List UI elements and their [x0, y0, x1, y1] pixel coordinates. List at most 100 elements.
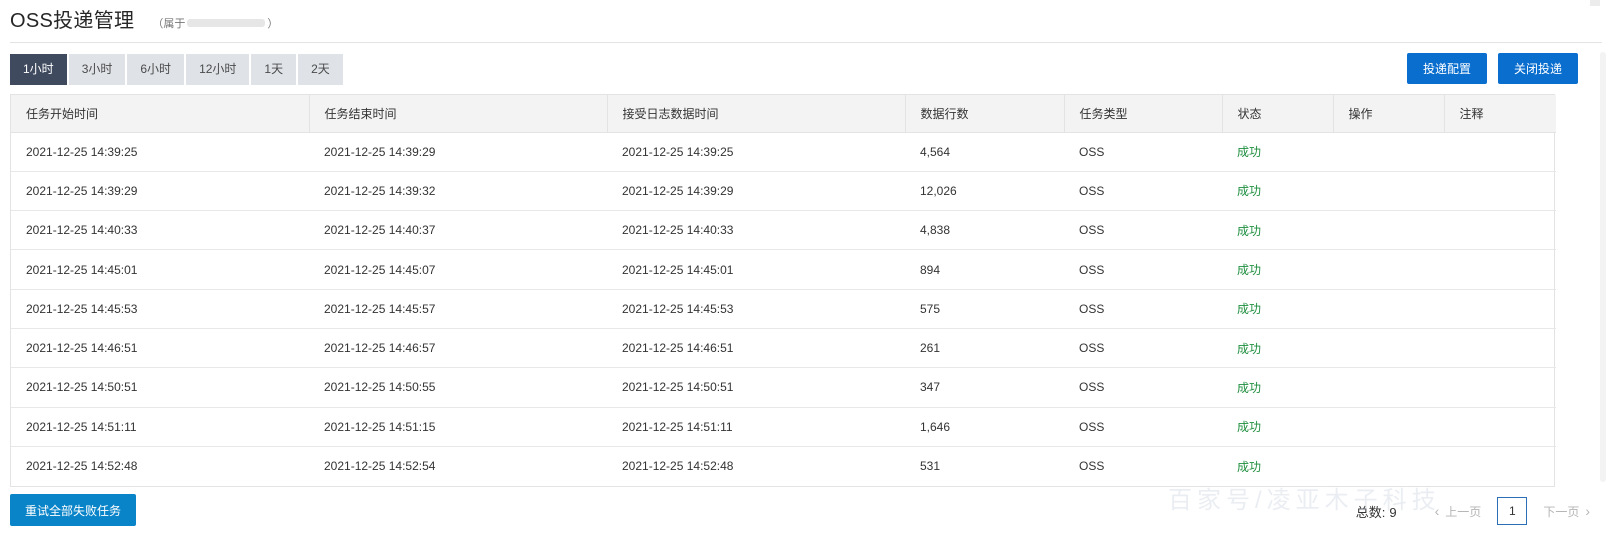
received-time-cell: 2021-12-25 14:45:01	[607, 249, 905, 290]
time-range-tab[interactable]: 1小时	[10, 54, 67, 85]
corner-handle	[1590, 0, 1600, 6]
operation-cell	[1333, 289, 1444, 329]
header-divider	[10, 42, 1602, 43]
status-cell: 成功	[1222, 328, 1333, 369]
column-header: 状态	[1222, 95, 1334, 133]
column-header: 任务类型	[1064, 95, 1223, 133]
time-range-tabs: 1小时 3小时 6小时 12小时 1天 2天	[10, 54, 343, 85]
prev-page-label: 上一页	[1445, 504, 1482, 519]
task-table-container: 任务开始时间 任务结束时间 接受日志数据时间 数据行数 任务类型 状态 操作 注释 2021-…	[10, 94, 1556, 487]
retry-all-failed-button[interactable]: 重试全部失败任务	[10, 494, 137, 526]
start-time-cell: 2021-12-25 14:51:11	[11, 407, 309, 447]
received-time-cell: 2021-12-25 14:39:29	[607, 171, 905, 212]
end-time-cell: 2021-12-25 14:46:57	[309, 328, 607, 369]
received-time-cell: 2021-12-25 14:50:51	[607, 367, 905, 408]
end-time-cell: 2021-12-25 14:39:32	[309, 171, 607, 212]
note-cell	[1444, 407, 1556, 447]
start-time-cell: 2021-12-25 14:46:51	[11, 328, 309, 369]
task-type-cell: OSS	[1064, 407, 1222, 447]
status-cell: 成功	[1222, 367, 1333, 408]
row-count-cell: 1,646	[905, 407, 1064, 447]
delivery-config-button[interactable]: 投递配置	[1406, 53, 1487, 84]
row-count-cell: 12,026	[905, 171, 1064, 212]
time-range-tab[interactable]: 2天	[298, 54, 343, 85]
received-time-cell: 2021-12-25 14:45:53	[607, 289, 905, 329]
close-delivery-button[interactable]: 关闭投递	[1497, 53, 1578, 84]
note-cell	[1444, 328, 1556, 369]
end-time-cell: 2021-12-25 14:45:57	[309, 289, 607, 329]
task-type-cell: OSS	[1064, 210, 1222, 251]
table-row: 2021-12-25 14:51:11 2021-12-25 14:51:15 20…	[11, 407, 1556, 447]
total-label: 总数:	[1355, 504, 1386, 520]
total-count: 总数: 9	[1356, 502, 1397, 521]
row-count-cell: 894	[905, 249, 1064, 290]
operation-cell	[1333, 407, 1444, 447]
task-type-cell: OSS	[1064, 171, 1222, 212]
operation-cell	[1333, 132, 1444, 172]
note-cell	[1444, 132, 1556, 172]
page-title: OSS投递管理	[10, 10, 135, 32]
end-time-cell: 2021-12-25 14:51:15	[309, 407, 607, 447]
owner-redacted	[187, 19, 266, 27]
row-count-cell: 575	[905, 289, 1064, 329]
status-cell: 成功	[1222, 407, 1333, 447]
note-cell	[1444, 171, 1556, 212]
operation-cell	[1333, 249, 1444, 290]
end-time-cell: 2021-12-25 14:50:55	[309, 367, 607, 408]
time-range-tab[interactable]: 12小时	[186, 54, 250, 85]
table-header-row: 任务开始时间 任务结束时间 接受日志数据时间 数据行数 任务类型 状态 操作 注释	[11, 95, 1556, 133]
task-type-cell: OSS	[1064, 328, 1222, 369]
time-range-tab[interactable]: 3小时	[68, 54, 126, 85]
status-cell: 成功	[1222, 171, 1333, 212]
column-header: 接受日志数据时间	[607, 95, 906, 133]
start-time-cell: 2021-12-25 14:45:53	[11, 289, 309, 329]
note-cell	[1444, 367, 1556, 408]
table-row: 2021-12-25 14:50:51 2021-12-25 14:50:55 20…	[11, 367, 1556, 408]
start-time-cell: 2021-12-25 14:50:51	[11, 367, 309, 408]
task-type-cell: OSS	[1064, 367, 1222, 408]
next-page-label: 下一页	[1543, 504, 1580, 519]
row-count-cell: 4,838	[905, 210, 1064, 251]
task-type-cell: OSS	[1064, 249, 1222, 290]
start-time-cell: 2021-12-25 14:40:33	[11, 210, 309, 251]
chevron-right-icon: ›	[1585, 503, 1590, 519]
time-range-tab[interactable]: 6小时	[127, 54, 185, 85]
received-time-cell: 2021-12-25 14:52:48	[622, 459, 734, 474]
end-time-cell: 2021-12-25 14:45:07	[309, 249, 607, 290]
status-cell: 成功	[1222, 210, 1333, 251]
row-count-cell: 531	[920, 459, 941, 474]
table-row: 2021-12-25 14:39:29 2021-12-25 14:39:32 20…	[11, 171, 1556, 212]
next-page-button[interactable]: 下一页 ›	[1533, 497, 1600, 525]
status-cell: 成功	[1222, 249, 1333, 290]
end-time-cell: 2021-12-25 14:39:29	[309, 132, 607, 172]
chevron-left-icon: ‹	[1434, 503, 1440, 519]
note-cell	[1444, 249, 1556, 290]
task-type-cell: OSS	[1064, 289, 1222, 329]
column-header: 注释	[1444, 95, 1556, 133]
status-cell: 成功	[1222, 289, 1333, 329]
start-time-cell: 2021-12-25 14:52:48	[26, 459, 138, 474]
table-body: 2021-12-25 14:39:25 2021-12-25 14:39:29 20…	[11, 132, 1556, 486]
time-range-tab[interactable]: 1天	[251, 54, 297, 85]
table-row: 2021-12-25 14:52:48 2021-12-25 14:52:54 20…	[11, 446, 1556, 485]
received-time-cell: 2021-12-25 14:51:11	[607, 407, 905, 447]
vertical-scrollbar[interactable]	[1600, 52, 1606, 482]
received-time-cell: 2021-12-25 14:46:51	[607, 328, 905, 369]
table-row: 2021-12-25 14:45:53 2021-12-25 14:45:57 20…	[11, 289, 1556, 329]
prev-page-button[interactable]: ‹ 上一页	[1424, 497, 1492, 525]
owner-suffix: ）	[267, 18, 279, 30]
note-cell	[1444, 289, 1556, 329]
received-time-cell: 2021-12-25 14:40:33	[607, 210, 905, 251]
page-number-button[interactable]: 1	[1497, 497, 1528, 525]
end-time-cell: 2021-12-25 14:52:54	[324, 459, 436, 474]
operation-cell	[1333, 367, 1444, 408]
status-cell: 成功	[1237, 459, 1262, 474]
start-time-cell: 2021-12-25 14:39:29	[11, 171, 309, 212]
status-cell: 成功	[1222, 132, 1333, 172]
column-header: 操作	[1333, 95, 1445, 133]
action-buttons: 投递配置 关闭投递	[1406, 53, 1578, 84]
start-time-cell: 2021-12-25 14:39:25	[11, 132, 309, 172]
note-cell	[1444, 446, 1556, 485]
task-table: 任务开始时间 任务结束时间 接受日志数据时间 数据行数 任务类型 状态 操作 注释 2021-…	[11, 95, 1556, 486]
task-type-cell: OSS	[1079, 459, 1105, 474]
